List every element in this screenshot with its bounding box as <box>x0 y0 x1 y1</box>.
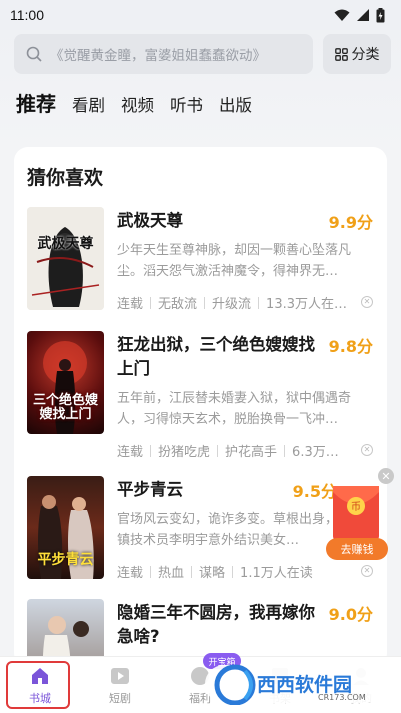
book-item[interactable]: 平步青云 平步青云 9.5分 官场风云变幻，诡诈多变。草根出身，临江镇技术员李明… <box>27 476 377 586</box>
tag-status: 连载 <box>117 297 144 312</box>
tag-readers: 1.1万人在读 <box>240 566 313 581</box>
book-description: 少年天生至尊神脉，却因一颗善心坠落凡尘。滔天怨气激活神魔令，得神界无… <box>117 243 352 279</box>
search-placeholder: 《觉醒黄金瞳，富婆姐姐蠢蠢欲动》 <box>50 48 266 64</box>
book-tags: 连载 热血 谋略 1.1万人在读 <box>117 562 362 581</box>
nav-shortdrama[interactable]: 短剧 <box>85 657 155 713</box>
book-item[interactable]: 武极天尊 武极天尊 9.9分 少年天生至尊神脉，却因一颗善心坠落凡尘。滔天怨气激… <box>27 207 377 317</box>
active-tab-highlight <box>6 661 70 709</box>
recommend-card: 猜你喜欢 武极天尊 武极天尊 9.9分 少年天生至尊神脉，却因一颗善心坠落凡尘。… <box>14 147 387 667</box>
tab-drama[interactable]: 看剧 <box>72 92 105 116</box>
watermark-subtext: CR173.COM <box>318 693 366 702</box>
book-description: 五年前，江辰替未婚妻入狱，狱中偶遇奇人，习得惊天玄术，脱胎换骨一飞冲… <box>117 391 352 427</box>
tag-status: 连载 <box>117 566 144 581</box>
tab-publishing[interactable]: 出版 <box>219 92 252 116</box>
book-item[interactable]: 三个绝色嫂嫂找上门 狂龙出狱，三个绝色嫂嫂找上门 9.8分 五年前，江辰替未婚妻… <box>27 331 377 460</box>
tag-divider <box>191 565 193 578</box>
status-icons <box>334 7 385 23</box>
book-cover[interactable]: 三个绝色嫂嫂找上门 <box>27 331 104 434</box>
dismiss-icon[interactable]: ✕ <box>361 444 373 456</box>
status-time: 11:00 <box>10 7 44 23</box>
channel-tabs: 推荐 看剧 视频 听书 出版 <box>16 88 252 117</box>
tab-video[interactable]: 视频 <box>121 92 154 116</box>
tag-readers: 13.3万人在… <box>266 297 347 312</box>
tag-genre: 护花高手 <box>225 445 278 460</box>
book-tags: 连载 无敌流 升级流 13.3万人在… <box>117 293 362 312</box>
tag-status: 连载 <box>117 445 144 460</box>
tag-genre: 热血 <box>158 566 185 581</box>
tag-divider <box>232 565 234 578</box>
search-input[interactable]: 《觉醒黄金瞳，富婆姐姐蠢蠢欲动》 <box>14 34 313 74</box>
book-cover[interactable]: 平步青云 <box>27 476 104 579</box>
tag-genre: 升级流 <box>212 297 252 312</box>
dismiss-icon[interactable]: ✕ <box>361 565 373 577</box>
reward-label[interactable]: 去赚钱 <box>326 538 388 560</box>
search-icon <box>26 46 42 62</box>
book-score: 9.0分 <box>328 605 373 624</box>
wifi-icon <box>334 9 350 21</box>
reward-close-icon[interactable]: ✕ <box>378 468 394 484</box>
cover-title: 三个绝色嫂嫂找上门 <box>32 393 98 422</box>
status-bar: 11:00 <box>0 0 401 30</box>
book-tags: 连载 扮猪吃虎 护花高手 6.3万… <box>117 441 362 460</box>
tag-divider <box>150 444 152 457</box>
tag-divider <box>284 444 286 457</box>
grid-icon <box>334 47 348 61</box>
tag-readers: 6.3万… <box>292 445 339 460</box>
book-score: 9.8分 <box>328 337 373 356</box>
cover-title: 武极天尊 <box>37 236 94 252</box>
nav-label: 短剧 <box>109 692 131 705</box>
tag-divider <box>217 444 219 457</box>
search-row: 《觉醒黄金瞳，富婆姐姐蠢蠢欲动》 分类 <box>14 34 391 74</box>
tag-genre: 扮猪吃虎 <box>158 445 211 460</box>
svg-text:币: 币 <box>351 501 361 513</box>
tab-recommend[interactable]: 推荐 <box>16 88 56 117</box>
category-button[interactable]: 分类 <box>323 34 391 74</box>
tag-divider <box>204 296 206 309</box>
section-title: 猜你喜欢 <box>27 167 104 189</box>
signal-icon <box>357 9 369 21</box>
category-label: 分类 <box>351 47 380 63</box>
tag-genre: 谋略 <box>199 566 226 581</box>
tag-genre: 无敌流 <box>158 297 198 312</box>
book-score: 9.9分 <box>328 213 373 232</box>
battery-icon <box>376 7 385 22</box>
tag-divider <box>258 296 260 309</box>
book-title: 武极天尊 <box>117 211 183 230</box>
play-icon <box>111 668 129 684</box>
tab-audiobook[interactable]: 听书 <box>170 92 203 116</box>
cover-title: 平步青云 <box>37 552 94 568</box>
book-cover[interactable]: 武极天尊 <box>27 207 104 310</box>
book-title: 狂龙出狱，三个绝色嫂嫂找上门 <box>117 335 315 378</box>
book-title: 隐婚三年不圆房，我再嫁你急啥? <box>117 603 315 646</box>
tag-divider <box>150 296 152 309</box>
dismiss-icon[interactable]: ✕ <box>361 296 373 308</box>
cover-art <box>27 207 104 310</box>
tag-divider <box>150 565 152 578</box>
